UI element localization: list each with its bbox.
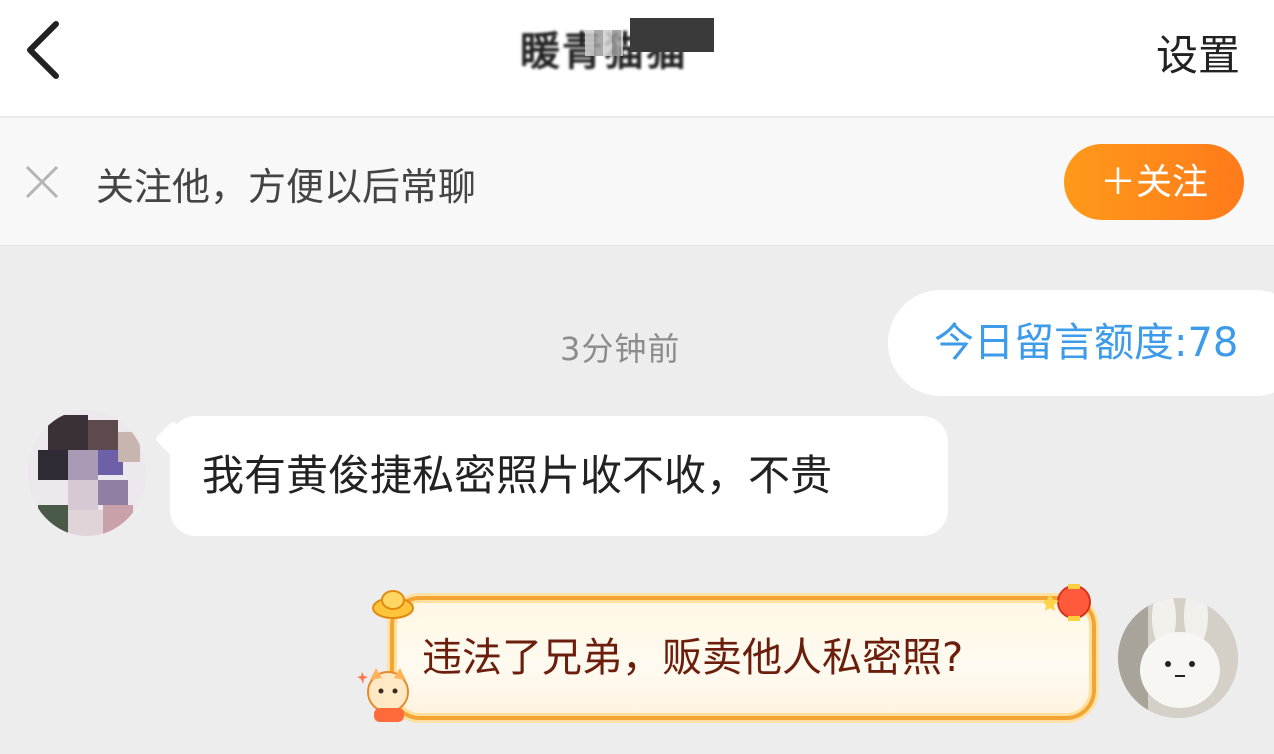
mosaic-avatar-image <box>28 410 146 536</box>
settings-button[interactable]: 设置 <box>1156 28 1240 84</box>
chevron-left-icon <box>27 21 59 79</box>
chat-page: 䁔青猫猫 设置 关注他，方便以后常聊 ＋关注 3分钟前 今日留言额度:78 <box>0 0 1274 754</box>
follow-prompt-text: 关注他，方便以后常聊 <box>96 165 477 209</box>
gold-ingot-icon <box>372 590 414 619</box>
cartoon-dog-sticker-icon <box>357 668 409 722</box>
close-banner-button[interactable] <box>24 164 60 200</box>
follow-button[interactable]: ＋关注 <box>1064 144 1244 220</box>
name-mosaic <box>585 30 623 56</box>
top-nav-bar: 䁔青猫猫 设置 <box>0 0 1274 117</box>
message-timestamp: 3分钟前 <box>560 330 681 368</box>
incoming-message-bubble[interactable]: 我有黄俊捷私密照片收不收，不贵 <box>170 416 948 536</box>
back-button[interactable] <box>18 18 74 82</box>
lantern-icon <box>1044 584 1091 621</box>
name-redaction <box>630 18 714 52</box>
daily-quota-bubble: 今日留言额度:78 <box>888 290 1274 396</box>
close-icon <box>25 165 59 199</box>
sender-avatar[interactable] <box>28 410 146 536</box>
outgoing-message-bubble[interactable]: 违法了兄弟，贩卖他人私密照? <box>390 596 1096 720</box>
my-avatar[interactable] <box>1118 598 1238 718</box>
plush-bunny-avatar-image <box>1118 598 1238 718</box>
